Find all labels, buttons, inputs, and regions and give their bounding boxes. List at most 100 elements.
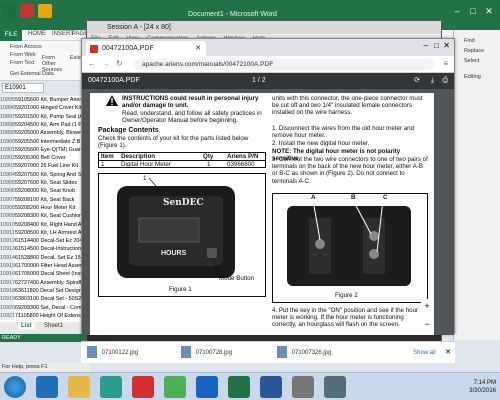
cell-value[interactable]: 59206300 Belt Cover [15, 155, 66, 161]
table-row[interactable]: 1090859208200 Hour Meter Kit [0, 203, 90, 213]
cell-value[interactable]: 59205600 Eye-Q(TM) Guard [15, 147, 84, 153]
replace-button[interactable]: Replace [464, 48, 484, 54]
download-item[interactable]: 07100728.jpg [181, 346, 232, 360]
cell-value[interactable]: 63611800 Decal Set Designer [15, 288, 87, 294]
cell-value[interactable]: 59205500 Intermediate Z B [15, 139, 80, 145]
table-row[interactable]: 1091461528800 Decal, Set Ez 1540 [0, 253, 90, 263]
table-row[interactable]: 1090759208100 Kit, Seat Back [0, 195, 90, 205]
tab-home[interactable]: HOME [28, 31, 46, 37]
rotate-icon[interactable]: ⟳ [414, 73, 420, 89]
table-row[interactable]: 1089959205000 Assembly, Blowe [0, 129, 90, 138]
from-text-button[interactable]: From Text [10, 60, 34, 66]
download-icon[interactable]: ⤓ [431, 73, 434, 89]
excel-icon[interactable] [228, 376, 250, 398]
cell-value[interactable]: 59207500 Kit, Spring And S [15, 172, 81, 178]
start-icon[interactable] [4, 376, 26, 398]
print-icon[interactable]: ⎙ [442, 73, 448, 89]
cell-value[interactable]: 59201500 Kit, Pump Seal (A [15, 114, 83, 120]
excel-app-icon[interactable] [2, 4, 16, 18]
cell-value[interactable]: 59208200 Hour Meter Kit [15, 205, 75, 211]
show-all-link[interactable]: Show all [413, 346, 436, 360]
cell-value[interactable]: 59208100 Kit, Seat Back [15, 197, 74, 203]
table-row[interactable]: 1089859204500 Kit, Arm Pad (1 P [0, 120, 90, 130]
cell-value[interactable]: 61514500 Decal-Instruction [15, 246, 81, 252]
from-web-button[interactable]: From Web [10, 52, 36, 58]
table-row[interactable]: 1089659201000 Hinged Cover Kit [0, 104, 90, 113]
table-row[interactable]: 1090659208000 Kit, Seat Knob [0, 187, 90, 196]
cell-value[interactable]: 59205000 Assembly, Blowe [15, 130, 81, 136]
table-row[interactable]: 1090159205600 Eye-Q(TM) Guard [0, 145, 90, 155]
table-row[interactable]: 1091863611800 Decal Set Designer [0, 286, 90, 296]
tab-close-icon[interactable]: ✕ [195, 41, 201, 56]
explorer-icon[interactable] [68, 376, 90, 398]
select-button[interactable]: Select [464, 58, 479, 64]
system-clock[interactable]: 7:14 PM 3/30/2016 [469, 379, 496, 395]
menu-icon[interactable]: ≡ [443, 59, 448, 68]
download-item[interactable]: 07100122.jpg [87, 346, 138, 360]
terminal-icon[interactable] [324, 376, 346, 398]
sheet-tab-sheet1[interactable]: Sheet1 [44, 323, 63, 329]
cell-value[interactable]: 62727400 Assembly, Spindle [15, 280, 84, 286]
cell-value[interactable]: 61705000 Decal Sheet (Instr [15, 271, 84, 277]
cell-value[interactable]: 59204500 Kit, Arm Pad (1 P [15, 122, 82, 128]
cell-value[interactable]: 59208300 Kit, Seat Cushion [15, 213, 82, 219]
cell-value[interactable]: 59207600 Kit, Seat Slides [15, 180, 77, 186]
table-row[interactable]: 1090359207000 26 Fuel Line Kit [0, 162, 90, 171]
zoom-out-button[interactable]: − [420, 317, 434, 331]
cell-value[interactable]: 59208500 Kit, LH Armrest A [15, 230, 82, 236]
tab-insert[interactable]: INSERT [52, 31, 74, 37]
minimize-icon[interactable]: – [424, 41, 428, 50]
table-row[interactable]: 1090259206300 Belt Cover [0, 154, 90, 163]
table-row[interactable]: 1091661705000 Decal Sheet (Instr [0, 270, 90, 279]
table-row[interactable]: 1089759201500 Kit, Pump Seal (A [0, 112, 90, 122]
app-icon[interactable] [38, 4, 52, 18]
sheet-tab-list[interactable]: List [18, 323, 35, 329]
maximize-icon[interactable]: □ [434, 41, 439, 50]
table-row[interactable]: 1091762727400 Assembly, Spindle [0, 278, 90, 288]
forward-icon[interactable]: → [102, 59, 110, 68]
app-icon[interactable] [132, 376, 154, 398]
back-icon[interactable]: ← [88, 59, 96, 68]
table-row[interactable]: 1090059205500 Intermediate Z B [0, 137, 90, 146]
app-icon[interactable] [196, 376, 218, 398]
zoom-in-button[interactable]: + [420, 299, 434, 313]
table-row[interactable]: 1091261514400 Decal-Set Ez 2046 [0, 237, 90, 246]
cell-value[interactable]: 59207000 26 Fuel Line Kit [15, 163, 78, 169]
cell-value[interactable]: 61700000 Filter Head Assem [15, 263, 85, 269]
app-icon[interactable] [292, 376, 314, 398]
cell-value[interactable]: 59208000 Kit, Seat Knob [15, 188, 75, 194]
reload-icon[interactable]: ↻ [116, 59, 123, 68]
table-row[interactable]: 1092171105800 Height Of Extensio [0, 311, 90, 321]
close-icon[interactable]: ✕ [445, 348, 451, 356]
table-row[interactable]: 1091059208400 Kit, Right Hand Ar [0, 220, 90, 229]
ie-icon[interactable] [36, 376, 58, 398]
name-box[interactable]: E10901 [2, 83, 44, 93]
table-row[interactable]: 1091561700000 Filter Head Assem [0, 262, 90, 271]
table-row[interactable]: 1089559105600 Kit, Bumper Ariens [0, 96, 90, 105]
table-row[interactable]: 1092069209300 Set, Decal - Comme [0, 303, 90, 312]
close-icon[interactable]: ✕ [484, 6, 494, 16]
tab-file[interactable]: FILE [0, 30, 22, 41]
url-input[interactable]: apache.ariens.com/manuals/00472100A.PDF [134, 59, 434, 70]
table-row[interactable]: 1091361514500 Decal-Instruction [0, 245, 90, 254]
cell-value[interactable]: 61514400 Decal-Set Ez 2046 [15, 238, 85, 244]
cell-value[interactable]: 69209300 Set, Decal - Comme [15, 305, 89, 311]
download-item[interactable]: 071007326.jpg [277, 346, 331, 360]
chrome-icon[interactable] [164, 376, 186, 398]
cell-value[interactable]: 59208400 Kit, Right Hand Ar [15, 222, 83, 228]
app-icon[interactable] [20, 4, 34, 18]
browser-tab[interactable]: 00472100A.PDF ✕ [86, 41, 206, 56]
cell-value[interactable]: 61528800 Decal, Set Ez 1540 [15, 255, 87, 261]
word-icon[interactable] [260, 376, 282, 398]
cell-value[interactable]: 71105800 Height Of Extensio [15, 313, 85, 319]
find-button[interactable]: Find [464, 38, 475, 44]
table-row[interactable]: 1090559207600 Kit, Seat Slides [0, 179, 90, 188]
app-icon[interactable] [100, 376, 122, 398]
cell-value[interactable]: 59201000 Hinged Cover Kit [15, 105, 81, 111]
spreadsheet-grid[interactable]: 1089559105600 Kit, Bumper Ariens 10896592… [0, 96, 90, 326]
minimize-icon[interactable]: – [452, 6, 462, 16]
cell-value[interactable]: 63803100 Decal Set - 50S20 [15, 296, 84, 302]
close-icon[interactable]: ✕ [443, 41, 450, 50]
from-access-button[interactable]: From Access [10, 44, 42, 50]
cell-value[interactable]: 59105600 Kit, Bumper Ariens [15, 97, 85, 103]
